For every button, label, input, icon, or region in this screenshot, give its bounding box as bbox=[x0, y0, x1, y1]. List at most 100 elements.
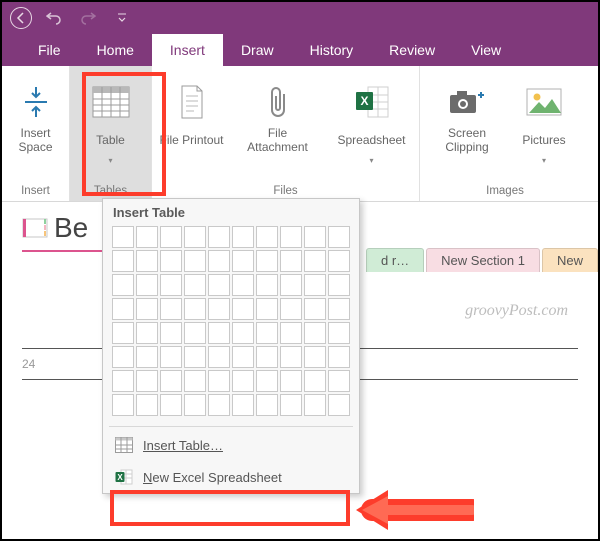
grid-cell[interactable] bbox=[232, 226, 254, 248]
grid-cell[interactable] bbox=[112, 370, 134, 392]
grid-cell[interactable] bbox=[160, 226, 182, 248]
undo-button[interactable] bbox=[42, 6, 66, 30]
grid-cell[interactable] bbox=[256, 274, 278, 296]
grid-cell[interactable] bbox=[184, 250, 206, 272]
insert-table-menuitem[interactable]: Insert Table… bbox=[103, 429, 359, 461]
grid-cell[interactable] bbox=[184, 394, 206, 416]
screen-clipping-button[interactable]: Screen Clipping bbox=[431, 78, 503, 160]
grid-cell[interactable] bbox=[232, 322, 254, 344]
grid-cell[interactable] bbox=[280, 250, 302, 272]
grid-cell[interactable] bbox=[136, 298, 158, 320]
tab-history[interactable]: History bbox=[292, 34, 372, 66]
grid-cell[interactable] bbox=[232, 346, 254, 368]
grid-cell[interactable] bbox=[232, 250, 254, 272]
grid-cell[interactable] bbox=[280, 274, 302, 296]
grid-cell[interactable] bbox=[328, 394, 350, 416]
grid-cell[interactable] bbox=[136, 370, 158, 392]
tab-insert[interactable]: Insert bbox=[152, 34, 223, 66]
grid-cell[interactable] bbox=[112, 322, 134, 344]
grid-cell[interactable] bbox=[112, 274, 134, 296]
grid-cell[interactable] bbox=[184, 370, 206, 392]
tab-draw[interactable]: Draw bbox=[223, 34, 292, 66]
grid-cell[interactable] bbox=[256, 370, 278, 392]
grid-cell[interactable] bbox=[112, 298, 134, 320]
file-attachment-button[interactable]: File Attachment bbox=[235, 78, 321, 160]
grid-cell[interactable] bbox=[280, 298, 302, 320]
grid-cell[interactable] bbox=[232, 394, 254, 416]
grid-cell[interactable] bbox=[280, 346, 302, 368]
grid-cell[interactable] bbox=[208, 250, 230, 272]
grid-cell[interactable] bbox=[136, 322, 158, 344]
grid-cell[interactable] bbox=[208, 322, 230, 344]
grid-cell[interactable] bbox=[184, 226, 206, 248]
grid-cell[interactable] bbox=[232, 298, 254, 320]
table-button[interactable]: Table ▾ bbox=[78, 78, 144, 169]
grid-cell[interactable] bbox=[208, 346, 230, 368]
grid-cell[interactable] bbox=[208, 274, 230, 296]
grid-cell[interactable] bbox=[208, 370, 230, 392]
grid-cell[interactable] bbox=[232, 370, 254, 392]
file-printout-button[interactable]: File Printout bbox=[155, 78, 229, 160]
grid-cell[interactable] bbox=[208, 226, 230, 248]
quickaccess-more[interactable] bbox=[110, 6, 134, 30]
tab-file[interactable]: File bbox=[20, 34, 79, 66]
insert-space-button[interactable]: Insert Space bbox=[3, 78, 69, 160]
grid-cell[interactable] bbox=[232, 274, 254, 296]
grid-cell[interactable] bbox=[280, 370, 302, 392]
grid-cell[interactable] bbox=[328, 298, 350, 320]
pictures-button[interactable]: Pictures ▾ bbox=[509, 78, 579, 169]
grid-cell[interactable] bbox=[328, 226, 350, 248]
grid-cell[interactable] bbox=[184, 298, 206, 320]
redo-button[interactable] bbox=[76, 6, 100, 30]
grid-cell[interactable] bbox=[136, 250, 158, 272]
grid-cell[interactable] bbox=[304, 274, 326, 296]
grid-cell[interactable] bbox=[304, 322, 326, 344]
grid-cell[interactable] bbox=[208, 394, 230, 416]
grid-cell[interactable] bbox=[256, 226, 278, 248]
table-size-grid[interactable] bbox=[103, 226, 359, 424]
tab-home[interactable]: Home bbox=[79, 34, 152, 66]
grid-cell[interactable] bbox=[112, 346, 134, 368]
grid-cell[interactable] bbox=[160, 322, 182, 344]
back-button[interactable] bbox=[10, 7, 32, 29]
grid-cell[interactable] bbox=[136, 346, 158, 368]
grid-cell[interactable] bbox=[112, 394, 134, 416]
grid-cell[interactable] bbox=[208, 298, 230, 320]
grid-cell[interactable] bbox=[328, 346, 350, 368]
grid-cell[interactable] bbox=[136, 394, 158, 416]
grid-cell[interactable] bbox=[160, 298, 182, 320]
grid-cell[interactable] bbox=[304, 370, 326, 392]
grid-cell[interactable] bbox=[160, 250, 182, 272]
grid-cell[interactable] bbox=[136, 226, 158, 248]
grid-cell[interactable] bbox=[280, 394, 302, 416]
grid-cell[interactable] bbox=[328, 370, 350, 392]
new-excel-spreadsheet-menuitem[interactable]: X New Excel Spreadsheet bbox=[103, 461, 359, 493]
tab-review[interactable]: Review bbox=[371, 34, 453, 66]
section-tab[interactable]: New Section 1 bbox=[426, 248, 540, 272]
grid-cell[interactable] bbox=[160, 394, 182, 416]
grid-cell[interactable] bbox=[280, 322, 302, 344]
section-tab[interactable]: d r… bbox=[366, 248, 424, 272]
grid-cell[interactable] bbox=[304, 226, 326, 248]
grid-cell[interactable] bbox=[136, 274, 158, 296]
grid-cell[interactable] bbox=[280, 226, 302, 248]
grid-cell[interactable] bbox=[160, 274, 182, 296]
section-tab[interactable]: New bbox=[542, 248, 598, 272]
grid-cell[interactable] bbox=[304, 250, 326, 272]
grid-cell[interactable] bbox=[304, 298, 326, 320]
grid-cell[interactable] bbox=[256, 394, 278, 416]
grid-cell[interactable] bbox=[328, 250, 350, 272]
grid-cell[interactable] bbox=[304, 394, 326, 416]
grid-cell[interactable] bbox=[304, 346, 326, 368]
grid-cell[interactable] bbox=[160, 370, 182, 392]
grid-cell[interactable] bbox=[328, 274, 350, 296]
grid-cell[interactable] bbox=[184, 346, 206, 368]
grid-cell[interactable] bbox=[256, 298, 278, 320]
grid-cell[interactable] bbox=[256, 250, 278, 272]
grid-cell[interactable] bbox=[256, 346, 278, 368]
grid-cell[interactable] bbox=[112, 250, 134, 272]
grid-cell[interactable] bbox=[160, 346, 182, 368]
tab-view[interactable]: View bbox=[453, 34, 519, 66]
spreadsheet-button[interactable]: X Spreadsheet ▾ bbox=[327, 78, 417, 169]
grid-cell[interactable] bbox=[112, 226, 134, 248]
